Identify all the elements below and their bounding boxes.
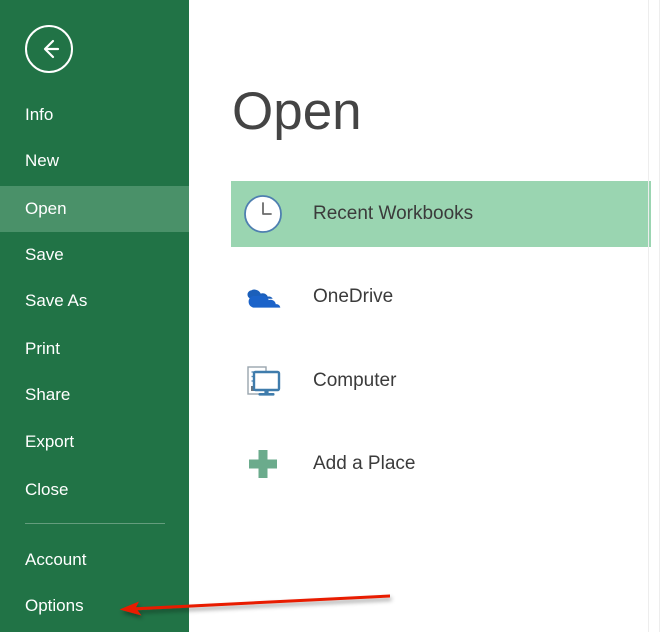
back-arrow-button[interactable] <box>25 25 73 73</box>
page-title: Open <box>232 85 362 138</box>
sidebar-item-open[interactable]: Open <box>0 186 189 232</box>
sidebar-item-label: Account <box>25 550 86 569</box>
place-item-label: Recent Workbooks <box>313 181 473 247</box>
monitor-icon <box>241 359 285 403</box>
sidebar-item-account[interactable]: Account <box>0 537 189 583</box>
sidebar-divider <box>25 523 165 524</box>
sidebar-item-label: Export <box>25 432 74 451</box>
sidebar-item-save-as[interactable]: Save As <box>0 278 189 324</box>
place-item-onedrive[interactable]: OneDrive <box>231 264 651 330</box>
sidebar-item-label: Save <box>25 245 64 264</box>
sidebar-item-label: New <box>25 151 59 170</box>
excel-backstage-open-screen: Info New Open Save Save As Print Share E… <box>0 0 670 632</box>
sidebar-item-info[interactable]: Info <box>0 92 189 138</box>
panel-edge-line <box>659 0 660 632</box>
sidebar-item-options[interactable]: Options <box>0 583 189 629</box>
sidebar-item-share[interactable]: Share <box>0 372 189 418</box>
place-item-add-a-place[interactable]: Add a Place <box>231 431 651 497</box>
panel-edge-line <box>648 0 649 632</box>
sidebar-item-label: Close <box>25 480 68 499</box>
sidebar-item-print[interactable]: Print <box>0 326 189 372</box>
sidebar-item-label: Print <box>25 339 60 358</box>
back-arrow-icon <box>27 27 71 71</box>
sidebar-item-label: Share <box>25 385 70 404</box>
sidebar-item-label: Info <box>25 105 53 124</box>
place-item-label: Add a Place <box>313 431 415 497</box>
place-item-label: Computer <box>313 348 396 414</box>
sidebar-item-save[interactable]: Save <box>0 232 189 278</box>
place-item-computer[interactable]: Computer <box>231 348 651 414</box>
cloud-icon <box>241 275 285 319</box>
backstage-sidebar: Info New Open Save Save As Print Share E… <box>0 0 189 632</box>
sidebar-item-export[interactable]: Export <box>0 419 189 465</box>
place-item-recent-workbooks[interactable]: Recent Workbooks <box>231 181 651 247</box>
sidebar-item-close[interactable]: Close <box>0 467 189 513</box>
plus-icon <box>241 442 285 486</box>
sidebar-item-label: Save As <box>25 291 87 310</box>
sidebar-item-new[interactable]: New <box>0 138 189 184</box>
sidebar-item-label: Open <box>25 199 67 218</box>
clock-icon <box>241 192 285 236</box>
sidebar-item-label: Options <box>25 596 84 615</box>
open-panel: Open Recent Workbooks OneDrive <box>189 0 670 632</box>
place-item-label: OneDrive <box>313 264 393 330</box>
